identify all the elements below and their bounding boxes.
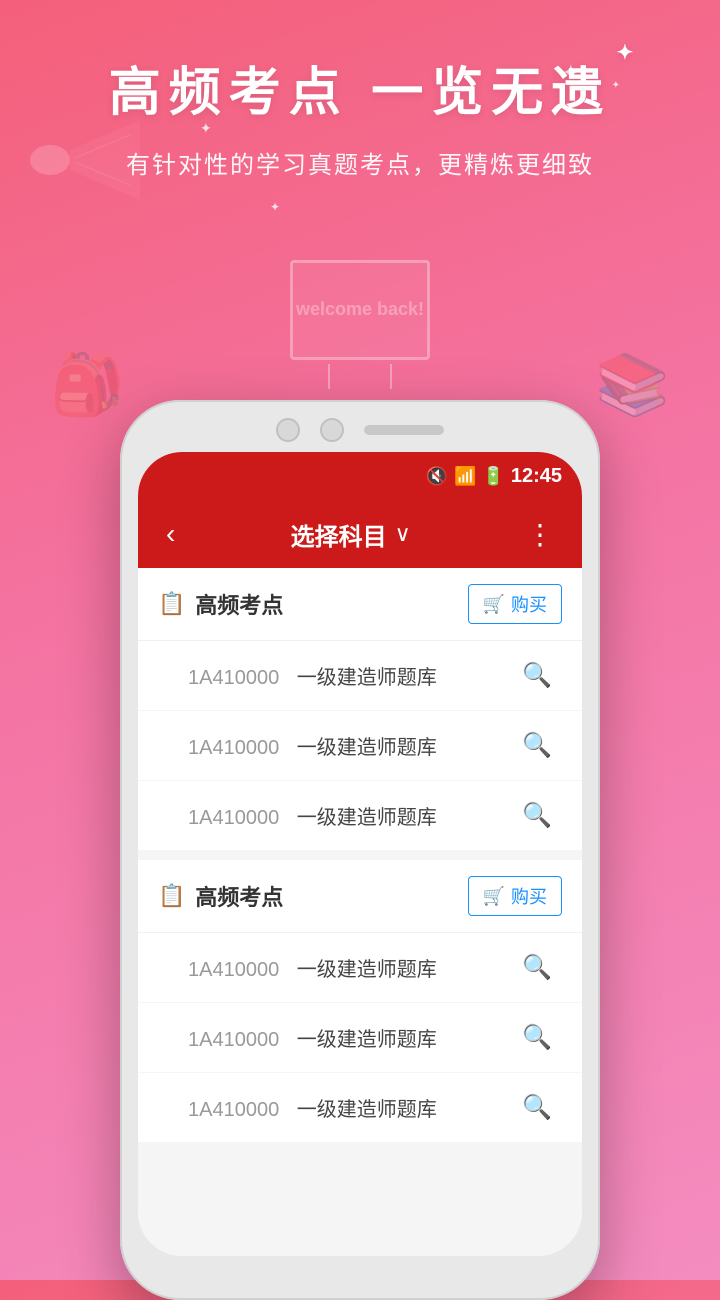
section-2: 📋 高频考点 🛒 购买 1A410000 一级建造师题库 xyxy=(138,860,582,1142)
item-text: 1A410000 一级建造师题库 xyxy=(188,731,437,760)
subject-selector[interactable]: 选择科目 ∨ xyxy=(291,517,411,552)
app-header: ‹ 选择科目 ∨ ⋮ xyxy=(138,500,582,568)
phone-screen: 🔇 📶 🔋 12:45 ‹ 选择科目 ∨ ⋮ xyxy=(138,452,582,1256)
phone-hardware-top xyxy=(138,418,582,442)
battery-icon: 🔋 xyxy=(482,466,504,487)
item-search-icon: 🔍 xyxy=(522,953,552,982)
section-1-title: 高频考点 xyxy=(195,588,283,620)
header-title: 选择科目 xyxy=(291,517,387,552)
list-item[interactable]: 1A410000 一级建造师题库 🔍 xyxy=(138,1073,582,1142)
item-text: 1A410000 一级建造师题库 xyxy=(188,1093,437,1122)
cart-icon: 🛒 xyxy=(483,594,505,615)
banner-title: 高频考点 一览无遗 xyxy=(109,50,611,125)
banner: ✦ ✦ ✦ ✦ 高频考点 一览无遗 有针对性的学习真题考点，更精炼更细致 wel… xyxy=(0,0,720,440)
status-icons: 🔇 📶 🔋 12:45 xyxy=(426,465,562,488)
section-2-title: 高频考点 xyxy=(195,880,283,912)
section-2-icon: 📋 xyxy=(158,883,185,909)
section-2-header: 📋 高频考点 🛒 购买 xyxy=(138,860,582,933)
status-time: 12:45 xyxy=(511,465,562,488)
buy-label-2: 购买 xyxy=(511,883,547,909)
item-text: 1A410000 一级建造师题库 xyxy=(188,801,437,830)
section-2-buy-button[interactable]: 🛒 购买 xyxy=(468,876,562,916)
buy-label-1: 购买 xyxy=(511,591,547,617)
item-search-icon: 🔍 xyxy=(522,731,552,760)
item-search-icon: 🔍 xyxy=(522,661,552,690)
cart-icon-2: 🛒 xyxy=(483,886,505,907)
welcome-text: welcome back! xyxy=(296,298,424,321)
banner-subtitle: 有针对性的学习真题考点，更精炼更细致 xyxy=(126,145,594,180)
menu-button[interactable]: ⋮ xyxy=(518,510,562,559)
signal-icon: 📶 xyxy=(454,466,476,487)
section-1-title-area: 📋 高频考点 xyxy=(158,588,283,620)
status-bar: 🔇 📶 🔋 12:45 xyxy=(138,452,582,500)
item-text: 1A410000 一级建造师题库 xyxy=(188,661,437,690)
item-search-icon: 🔍 xyxy=(522,801,552,830)
right-decoration: 📚 xyxy=(595,349,670,420)
list-item[interactable]: 1A410000 一级建造师题库 🔍 xyxy=(138,641,582,711)
left-decoration: 🎒 xyxy=(50,349,125,420)
item-search-icon: 🔍 xyxy=(522,1093,552,1122)
phone-frame: 🔇 📶 🔋 12:45 ‹ 选择科目 ∨ ⋮ xyxy=(120,400,600,1300)
section-1-buy-button[interactable]: 🛒 购买 xyxy=(468,584,562,624)
whiteboard-decoration: welcome back! xyxy=(270,260,450,410)
content-area: 📋 高频考点 🛒 购买 1A410000 一级建造师题库 xyxy=(138,568,582,1256)
list-item[interactable]: 1A410000 一级建造师题库 🔍 xyxy=(138,933,582,1003)
item-text: 1A410000 一级建造师题库 xyxy=(188,1023,437,1052)
section-1-header: 📋 高频考点 🛒 购买 xyxy=(138,568,582,641)
back-button[interactable]: ‹ xyxy=(158,510,183,558)
item-text: 1A410000 一级建造师题库 xyxy=(188,953,437,982)
phone-camera xyxy=(276,418,300,442)
phone-camera-2 xyxy=(320,418,344,442)
list-item[interactable]: 1A410000 一级建造师题库 🔍 xyxy=(138,1003,582,1073)
section-1: 📋 高频考点 🛒 购买 1A410000 一级建造师题库 xyxy=(138,568,582,850)
section-1-icon: 📋 xyxy=(158,591,185,617)
list-item[interactable]: 1A410000 一级建造师题库 🔍 xyxy=(138,781,582,850)
list-item[interactable]: 1A410000 一级建造师题库 🔍 xyxy=(138,711,582,781)
chevron-down-icon: ∨ xyxy=(395,521,411,547)
phone-speaker xyxy=(364,425,444,435)
section-2-title-area: 📋 高频考点 xyxy=(158,880,283,912)
item-search-icon: 🔍 xyxy=(522,1023,552,1052)
mute-icon: 🔇 xyxy=(426,466,448,487)
